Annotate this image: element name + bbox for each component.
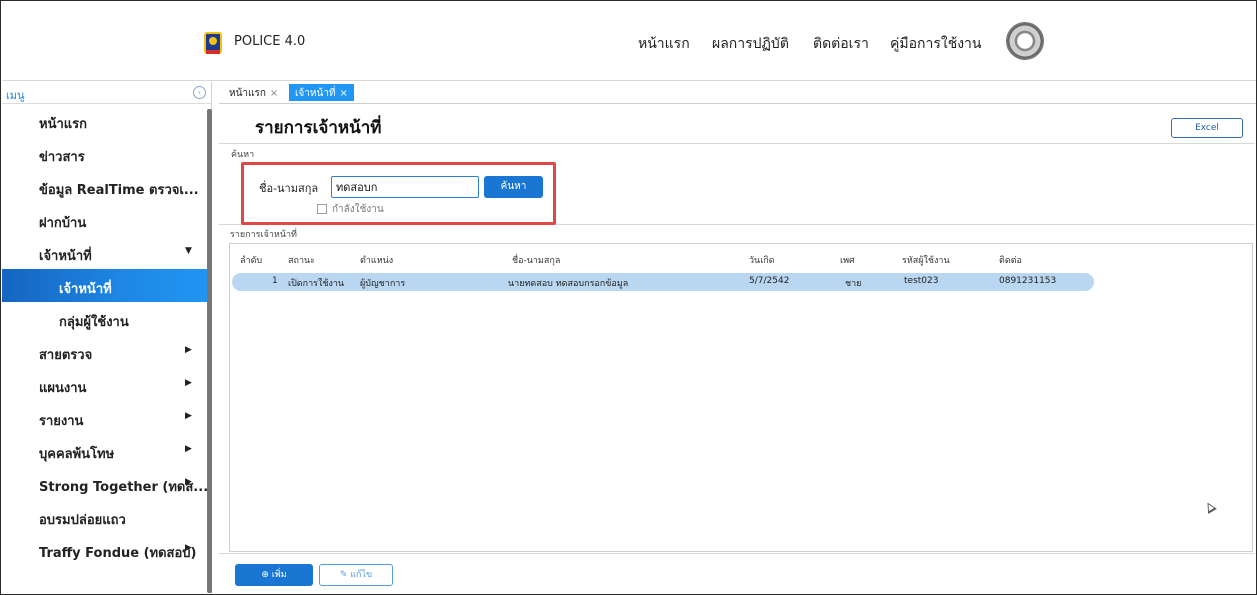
sidebar-item-label: หน้าแรก	[39, 117, 87, 132]
sidebar-item-label: อบรมปล่อยแถว	[39, 513, 126, 528]
officers-table: ลำดับ สถานะ ตำแหน่ง ชื่อ-นามสกุล วันเกิด…	[229, 243, 1253, 552]
app-title: POLICE 4.0	[234, 34, 306, 49]
close-icon[interactable]: ×	[270, 88, 278, 99]
sidebar-item-home[interactable]: หน้าแรก	[2, 104, 211, 137]
sidebar-item-label: บุคคลพ้นโทษ	[39, 447, 115, 462]
column-header[interactable]: รหัสผู้ใช้งาน	[902, 253, 950, 267]
table-cell: นายทดสอบ ทดสอบกรอกข้อมูล	[508, 279, 629, 289]
sidebar-item-label: ฝากบ้าน	[39, 216, 87, 231]
sidebar-item-label: เจ้าหน้าที่	[59, 282, 112, 297]
sidebar-item-officers[interactable]: เจ้าหน้าที่ ▼	[2, 236, 211, 269]
app-window: POLICE 4.0 หน้าแรก ผลการปฏิบัติ ติดต่อเร…	[0, 0, 1257, 595]
sidebar-item-label: Traffy Fondue (ทดสอบ)	[39, 546, 197, 561]
sidebar-item-label: เจ้าหน้าที่	[39, 249, 92, 264]
column-header[interactable]: ตำแหน่ง	[360, 253, 393, 267]
caret-right-icon: ▶	[185, 543, 192, 553]
sidebar-item-ex-convicts[interactable]: บุคคลพ้นโทษ ▶	[2, 434, 211, 467]
search-button[interactable]: ค้นหา	[484, 176, 543, 198]
active-checkbox[interactable]	[317, 204, 327, 214]
close-icon[interactable]: ×	[340, 88, 348, 99]
column-header[interactable]: วันเกิด	[749, 253, 775, 267]
action-bar: ⊕ เพิ่ม ✎ แก้ไข	[219, 553, 1255, 594]
nav-contact[interactable]: ติดต่อเรา	[813, 33, 869, 55]
column-header[interactable]: เพศ	[840, 253, 855, 267]
sidebar-item-reports[interactable]: รายงาน ▶	[2, 401, 211, 434]
sidebar-item-realtime[interactable]: ข้อมูล RealTime ตรวจเ...	[2, 170, 211, 203]
active-checkbox-label: กำลังใช้งาน	[332, 204, 384, 215]
sidebar-item-house-watch[interactable]: ฝากบ้าน	[2, 203, 211, 236]
sidebar-item-plans[interactable]: แผนงาน ▶	[2, 368, 211, 401]
caret-right-icon: ▶	[185, 345, 192, 355]
sidebar-item-training[interactable]: อบรมปล่อยแถว	[2, 500, 211, 533]
sidebar-item-label: แผนงาน	[39, 381, 87, 396]
column-header[interactable]: ชื่อ-นามสกุล	[512, 253, 560, 267]
page-title: รายการเจ้าหน้าที่	[255, 118, 382, 138]
table-cell: 1	[272, 276, 278, 286]
nav-home[interactable]: หน้าแรก	[638, 33, 690, 55]
mouse-pointer-icon	[1203, 500, 1217, 514]
sidebar-item-label: Strong Together (ทดส...	[39, 480, 209, 495]
tab-label: เจ้าหน้าที่	[295, 88, 336, 99]
table-cell: 0891231153	[999, 276, 1057, 286]
caret-right-icon: ▶	[185, 444, 192, 454]
nav-manual[interactable]: คู่มือการใช้งาน	[890, 33, 981, 55]
sidebar-item-label: ข้อมูล RealTime ตรวจเ...	[39, 183, 199, 198]
sidebar-item-patrol[interactable]: สายตรวจ ▶	[2, 335, 211, 368]
nav-results[interactable]: ผลการปฏิบัติ	[712, 33, 789, 55]
sidebar-header: เมนู ‹	[2, 82, 211, 104]
caret-right-icon: ▶	[185, 477, 192, 487]
sidebar-label: เมนู	[6, 89, 25, 102]
sidebar-item-news[interactable]: ข่าวสาร	[2, 137, 211, 170]
column-header[interactable]: ติดต่อ	[999, 253, 1022, 267]
sidebar-item-label: สายตรวจ	[39, 348, 93, 363]
tab-home[interactable]: หน้าแรก ×	[223, 84, 284, 101]
sidebar-scrollbar[interactable]	[207, 109, 212, 593]
tab-label: หน้าแรก	[229, 88, 266, 99]
main-panel: รายการเจ้าหน้าที่ Excel ค้นหา ชื่อ-นามสก…	[219, 105, 1256, 594]
caret-down-icon: ▼	[185, 246, 192, 256]
sidebar-item-label: กลุ่มผู้ใช้งาน	[59, 315, 129, 330]
table-cell: ชาย	[845, 279, 862, 289]
sidebar-item-strong-together[interactable]: Strong Together (ทดส... ▶	[2, 467, 211, 500]
emblem-icon	[1006, 22, 1044, 60]
sidebar: เมนู ‹ หน้าแรก ข่าวสาร ข้อมูล RealTime ต…	[2, 82, 212, 594]
excel-export-button[interactable]: Excel	[1171, 118, 1243, 138]
sidebar-item-officers-list[interactable]: เจ้าหน้าที่	[2, 269, 211, 302]
table-header: ลำดับ สถานะ ตำแหน่ง ชื่อ-นามสกุล วันเกิด…	[230, 244, 1252, 274]
top-header: POLICE 4.0 หน้าแรก ผลการปฏิบัติ ติดต่อเร…	[2, 2, 1256, 81]
add-button[interactable]: ⊕ เพิ่ม	[235, 564, 313, 586]
caret-right-icon: ▶	[185, 378, 192, 388]
sidebar-item-label: รายงาน	[39, 414, 84, 429]
column-header[interactable]: ลำดับ	[240, 253, 262, 267]
caret-right-icon: ▶	[185, 411, 192, 421]
table-cell: 5/7/2542	[749, 276, 790, 286]
search-caption: ค้นหา	[231, 150, 255, 160]
table-row[interactable]: 1 เปิดการใช้งาน ผู้บัญชาการ นายทดสอบ ทดส…	[232, 273, 1094, 291]
list-caption: รายการเจ้าหน้าที่	[230, 230, 297, 240]
name-search-input[interactable]	[331, 176, 479, 198]
name-field-label: ชื่อ-นามสกุล	[259, 182, 319, 195]
edit-button[interactable]: ✎ แก้ไข	[319, 564, 393, 586]
sidebar-item-traffy-fondue[interactable]: Traffy Fondue (ทดสอบ) ▶	[2, 533, 211, 566]
tab-officers[interactable]: เจ้าหน้าที่ ×	[289, 84, 354, 101]
table-cell: ผู้บัญชาการ	[360, 279, 406, 289]
column-header[interactable]: สถานะ	[288, 253, 315, 267]
sidebar-item-label: ข่าวสาร	[39, 150, 85, 165]
table-cell: เปิดการใช้งาน	[288, 279, 345, 289]
table-cell: test023	[904, 276, 939, 286]
search-section: ค้นหา ชื่อ-นามสกุล ค้นหา กำลังใช้งาน	[219, 143, 1255, 225]
sidebar-item-user-groups[interactable]: กลุ่มผู้ใช้งาน	[2, 302, 211, 335]
police-logo-icon	[204, 32, 222, 54]
collapse-sidebar-icon[interactable]: ‹	[193, 86, 206, 99]
tab-bar: หน้าแรก × เจ้าหน้าที่ ×	[219, 82, 1256, 104]
